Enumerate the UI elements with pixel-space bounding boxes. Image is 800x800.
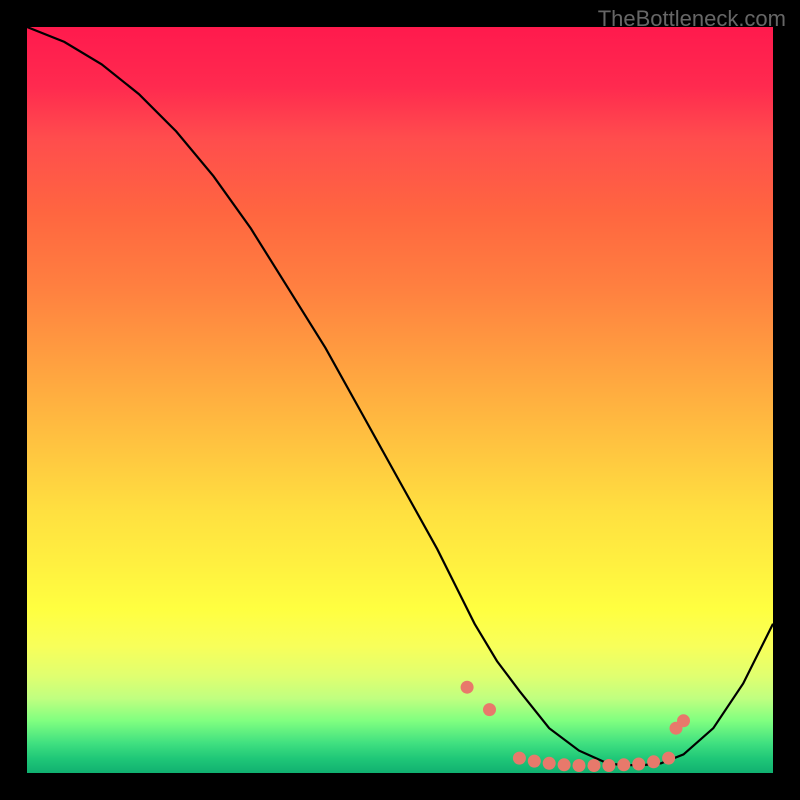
chart-marker <box>617 758 630 771</box>
chart-marker <box>632 758 645 771</box>
chart-marker <box>573 759 586 772</box>
chart-plot-area <box>27 27 773 773</box>
chart-marker <box>647 755 660 768</box>
chart-marker <box>602 759 615 772</box>
chart-marker <box>588 759 601 772</box>
chart-marker <box>662 752 675 765</box>
chart-marker <box>677 714 690 727</box>
chart-markers <box>461 681 690 772</box>
chart-marker <box>528 755 541 768</box>
watermark-text: TheBottleneck.com <box>598 6 786 32</box>
chart-marker <box>543 757 556 770</box>
chart-marker <box>558 758 571 771</box>
chart-curve <box>27 27 773 766</box>
chart-svg <box>27 27 773 773</box>
chart-marker <box>513 752 526 765</box>
chart-marker <box>461 681 474 694</box>
chart-marker <box>483 703 496 716</box>
